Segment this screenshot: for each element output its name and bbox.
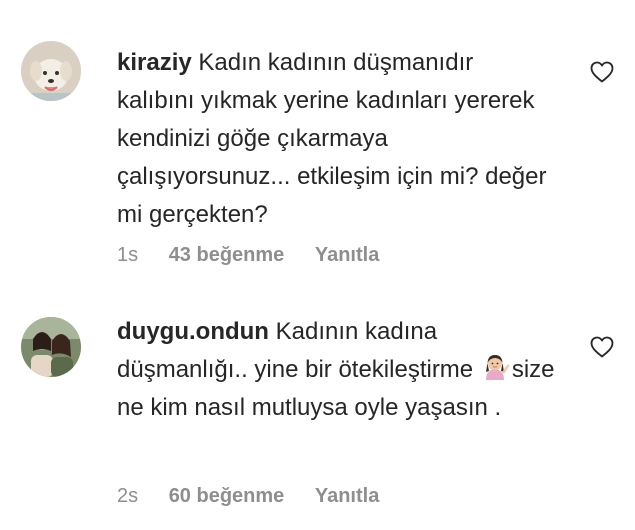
likes-count[interactable]: 43 beğenme: [169, 244, 285, 266]
comment-text: kiraziy Kadın kadının düşmanıdır kalıbın…: [117, 44, 557, 234]
woman-gesturing-emoji-icon: [485, 355, 510, 380]
timestamp: 1s: [117, 244, 139, 266]
timestamp: 2s: [117, 485, 139, 507]
heart-outline-icon[interactable]: [590, 336, 614, 358]
avatar[interactable]: [21, 317, 81, 377]
heart-outline-icon[interactable]: [590, 61, 614, 83]
puppy-photo-icon: [21, 41, 81, 101]
comment-text: duygu.ondun Kadının kadına düşmanlığı.. …: [117, 313, 557, 427]
comment-meta: 2s 60 beğenme Yanıtla: [117, 485, 404, 508]
avatar[interactable]: [21, 41, 81, 101]
likes-count[interactable]: 60 beğenme: [169, 485, 285, 507]
username[interactable]: duygu.ondun: [117, 318, 269, 345]
two-women-photo-icon: [21, 317, 81, 377]
username[interactable]: kiraziy: [117, 49, 192, 76]
comment-meta: 1s 43 beğenme Yanıtla: [117, 244, 404, 267]
reply-button[interactable]: Yanıtla: [315, 244, 379, 266]
reply-button[interactable]: Yanıtla: [315, 485, 379, 507]
